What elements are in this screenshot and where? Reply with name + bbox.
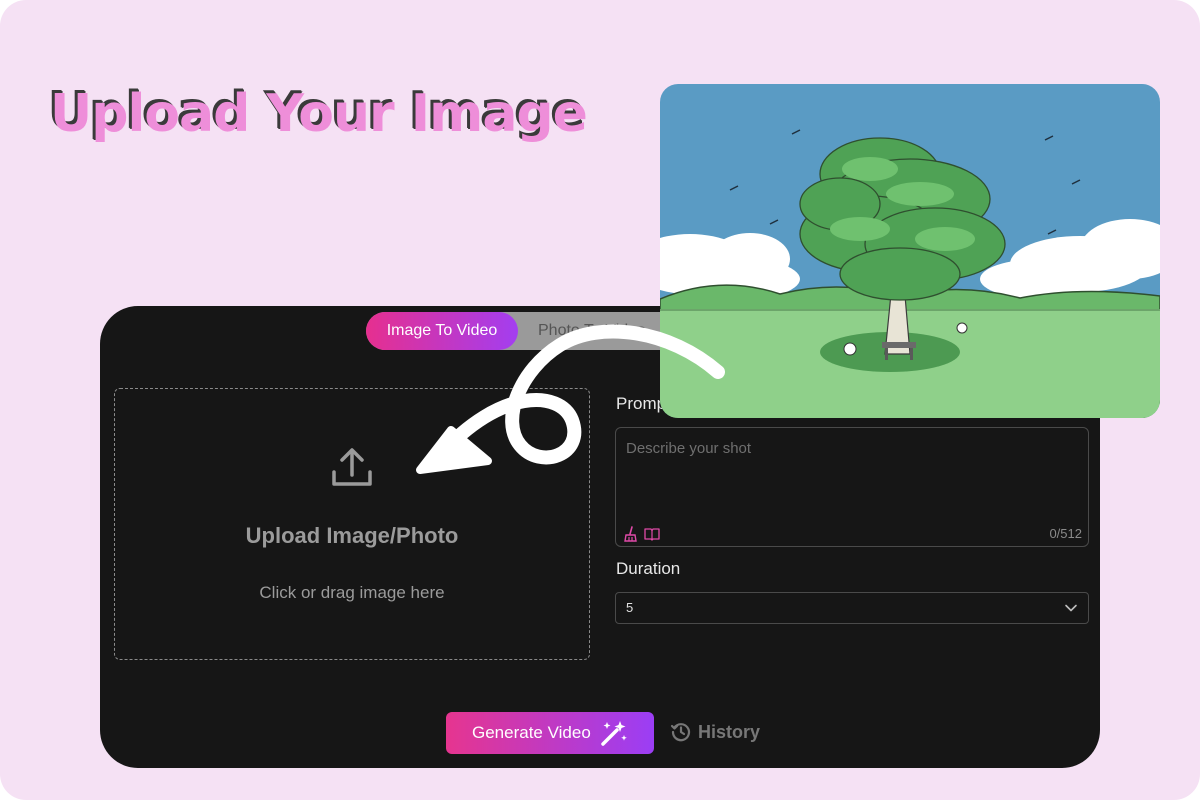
upload-title: Upload Image/Photo: [245, 523, 459, 548]
generate-video-button[interactable]: Generate Video: [446, 712, 654, 754]
history-icon: [670, 723, 691, 742]
tree-illustration: [660, 84, 1160, 418]
upload-subtitle: Click or drag image here: [259, 583, 445, 602]
upload-icon: [332, 448, 372, 486]
mode-tabs: Photo To Video Image To Video: [366, 312, 706, 350]
char-counter: 0/512: [1049, 526, 1082, 541]
tab-label: Image To Video: [386, 322, 498, 339]
preview-image: [660, 84, 1160, 418]
duration-label: Duration: [616, 559, 681, 578]
magic-wand-icon: [601, 721, 627, 746]
upload-dropzone[interactable]: Upload Image/Photo Click or drag image h…: [114, 388, 590, 660]
duration-select[interactable]: 5: [615, 592, 1089, 624]
prompt-placeholder: Describe your shot: [626, 440, 752, 457]
prompt-textarea[interactable]: Describe your shot 0/512: [615, 427, 1089, 547]
history-label: History: [698, 722, 761, 742]
tab-image-to-video[interactable]: Image To Video: [366, 312, 518, 350]
tab-label: Photo To Video: [538, 322, 646, 339]
chevron-down-icon: [1065, 604, 1077, 612]
broom-icon[interactable]: [624, 526, 638, 542]
generate-video-label: Generate Video: [472, 723, 591, 742]
headline: Upload Your Image: [50, 84, 588, 144]
duration-value: 5: [626, 600, 634, 615]
book-icon[interactable]: [644, 526, 660, 542]
